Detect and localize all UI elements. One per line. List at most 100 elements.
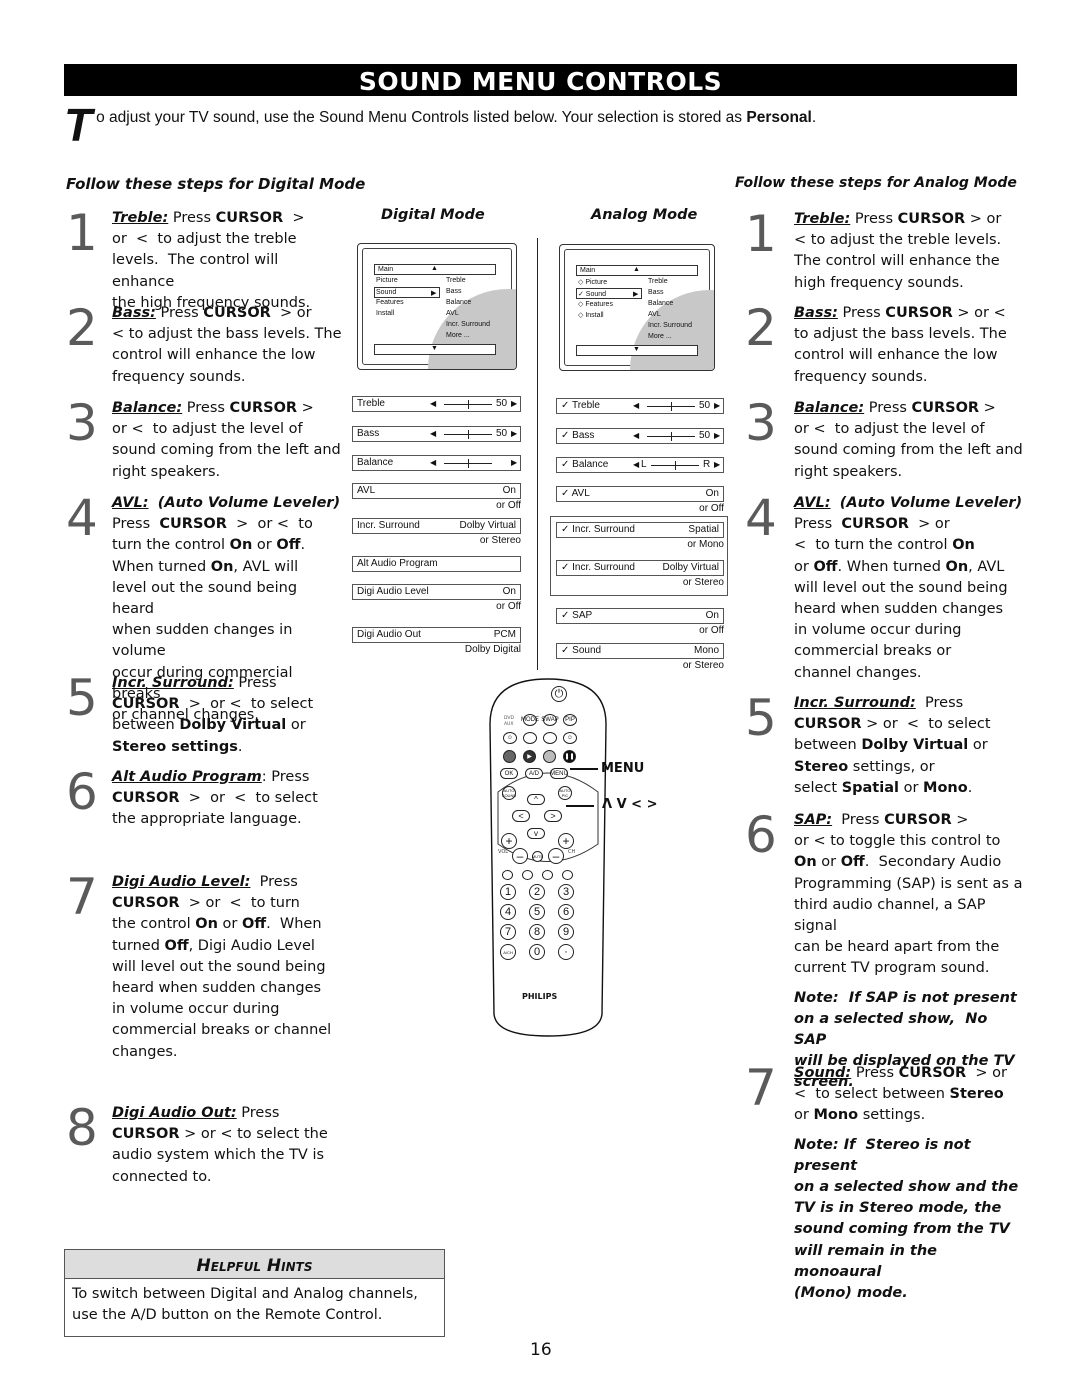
decrease-arrow-icon[interactable]: ◀ <box>633 401 639 410</box>
menu-item[interactable]: Features <box>376 299 404 306</box>
slider-track[interactable] <box>444 459 492 468</box>
decrease-arrow-icon[interactable]: ◀ <box>633 460 639 469</box>
number-button-7[interactable]: 7 <box>500 924 516 940</box>
setting-bar-incr-surround[interactable]: Incr. Surround Dolby Virtual <box>352 518 521 534</box>
slider-track[interactable] <box>651 461 699 470</box>
slider-knob[interactable] <box>671 402 672 411</box>
increase-arrow-icon[interactable]: ▶ <box>511 458 517 467</box>
slider-track[interactable] <box>647 432 695 441</box>
freeze-button[interactable] <box>543 732 557 744</box>
slider-track[interactable] <box>444 400 492 409</box>
setting-bar-treble[interactable]: Treble ◀ 50 ▶ <box>352 396 521 412</box>
number-button-3[interactable]: 3 <box>558 884 574 900</box>
setting-bar-avl[interactable]: AVL On <box>352 483 521 499</box>
setting-bar-treble[interactable]: ✓ Treble ◀ 50 ▶ <box>556 398 724 414</box>
menu-top-bar[interactable]: Main ▲ <box>374 264 496 275</box>
ad-button[interactable]: A/D <box>525 768 543 779</box>
menu-item[interactable]: Install <box>376 310 394 317</box>
menu-selected-item[interactable]: ✓ Sound ▶ <box>576 288 642 299</box>
record-button[interactable] <box>543 750 556 763</box>
slider-track[interactable] <box>647 402 695 411</box>
setting-bar-avl[interactable]: ✓ AVL On <box>556 486 724 502</box>
decrease-arrow-icon[interactable]: ◀ <box>430 399 436 408</box>
sound-button[interactable] <box>523 732 537 744</box>
cursor-left-button[interactable]: < <box>512 810 530 822</box>
increase-arrow-icon[interactable]: ▶ <box>511 429 517 438</box>
stop-button[interactable] <box>503 750 516 763</box>
play-button[interactable]: ▶ <box>523 750 536 763</box>
submenu-item[interactable]: Incr. Surround <box>446 321 490 328</box>
mode-button[interactable]: MODE <box>521 714 539 726</box>
menu-item[interactable]: ◇ Picture <box>578 278 607 286</box>
menu-button[interactable]: MENU <box>550 768 568 779</box>
pip-button[interactable]: PIP <box>563 714 577 726</box>
vol-up-button[interactable]: + <box>501 833 517 849</box>
setting-bar-bass[interactable]: Bass ◀ 50 ▶ <box>352 426 521 442</box>
submenu-item[interactable]: More ... <box>446 332 470 339</box>
increase-arrow-icon[interactable]: ▶ <box>714 401 720 410</box>
number-button-ACH[interactable]: A/CH <box>500 944 516 960</box>
increase-arrow-icon[interactable]: ▶ <box>511 399 517 408</box>
auto-pic-button[interactable]: AUTO PIC <box>558 786 572 800</box>
number-button-2[interactable]: 2 <box>529 884 545 900</box>
submenu-item[interactable]: AVL <box>648 311 661 318</box>
vol-down-button[interactable]: – <box>512 848 528 864</box>
menu-bottom-bar[interactable]: ▼ <box>374 344 496 355</box>
slider-knob[interactable] <box>468 400 469 409</box>
number-button-1[interactable]: 1 <box>500 884 516 900</box>
menu-top-bar[interactable]: Main ▲ <box>576 265 698 276</box>
increase-arrow-icon[interactable]: ▶ <box>714 460 720 469</box>
submenu-item[interactable]: AVL <box>446 310 459 317</box>
menu-bottom-bar[interactable]: ▼ <box>576 345 698 356</box>
pause-button[interactable]: ❚❚ <box>563 750 576 763</box>
ch-up-button[interactable]: + <box>558 833 574 849</box>
cursor-up-button[interactable]: ^ <box>527 794 545 805</box>
setting-bar-balance[interactable]: Balance ◀ ▶ <box>352 455 521 471</box>
clock-button[interactable] <box>502 870 513 880</box>
decrease-arrow-icon[interactable]: ◀ <box>430 429 436 438</box>
setting-bar-sap[interactable]: ✓ SAP On <box>556 608 724 624</box>
ch-down-button[interactable]: – <box>548 848 564 864</box>
submenu-item[interactable]: Bass <box>648 289 664 296</box>
setting-bar-balance[interactable]: ✓ Balance ◀ L R ▶ <box>556 457 724 473</box>
decrease-arrow-icon[interactable]: ◀ <box>633 431 639 440</box>
slider-knob[interactable] <box>675 461 676 470</box>
ach-button[interactable] <box>562 870 573 880</box>
slider-knob[interactable] <box>671 432 672 441</box>
submenu-item[interactable]: Treble <box>648 278 668 285</box>
number-button-6[interactable]: 6 <box>558 904 574 920</box>
setting-bar-alt-audio-program[interactable]: Alt Audio Program <box>352 556 521 572</box>
number-button-[interactable]: · <box>558 944 574 960</box>
submenu-item[interactable]: Bass <box>446 288 462 295</box>
auto-sound-button[interactable]: AUTO SOUND <box>502 786 516 800</box>
swap-button[interactable]: SWAP <box>541 714 559 726</box>
power-button[interactable]: ⏻ <box>551 686 567 702</box>
rewind-button[interactable]: ☺ <box>503 732 517 744</box>
slider-knob[interactable] <box>468 459 469 468</box>
increase-arrow-icon[interactable]: ▶ <box>714 431 720 440</box>
submenu-item[interactable]: More ... <box>648 333 672 340</box>
setting-bar-digi-audio-level[interactable]: Digi Audio Level On <box>352 584 521 600</box>
setting-bar-bass[interactable]: ✓ Bass ◀ 50 ▶ <box>556 428 724 444</box>
slider-track[interactable] <box>444 430 492 439</box>
menu-item[interactable]: ◇ Install <box>578 311 604 319</box>
setting-bar-sound[interactable]: ✓ Sound Mono <box>556 643 724 659</box>
number-button-4[interactable]: 4 <box>500 904 516 920</box>
cursor-right-button[interactable]: > <box>544 810 562 822</box>
info-button[interactable] <box>542 870 553 880</box>
decrease-arrow-icon[interactable]: ◀ <box>430 458 436 467</box>
mute-button[interactable]: MUTE <box>532 851 543 862</box>
submenu-item[interactable]: Balance <box>446 299 471 306</box>
menu-selected-item[interactable]: Sound ▶ <box>374 287 440 298</box>
ok-button[interactable]: OK <box>500 768 518 779</box>
number-button-9[interactable]: 9 <box>558 924 574 940</box>
cc-button[interactable] <box>522 870 533 880</box>
number-button-5[interactable]: 5 <box>529 904 545 920</box>
slider-knob[interactable] <box>468 430 469 439</box>
menu-item[interactable]: ◇ Features <box>578 300 613 308</box>
number-button-0[interactable]: 0 <box>529 944 545 960</box>
cursor-down-button[interactable]: v <box>527 828 545 839</box>
submenu-item[interactable]: Incr. Surround <box>648 322 692 329</box>
number-button-8[interactable]: 8 <box>529 924 545 940</box>
next-button[interactable]: ☺ <box>563 732 577 744</box>
